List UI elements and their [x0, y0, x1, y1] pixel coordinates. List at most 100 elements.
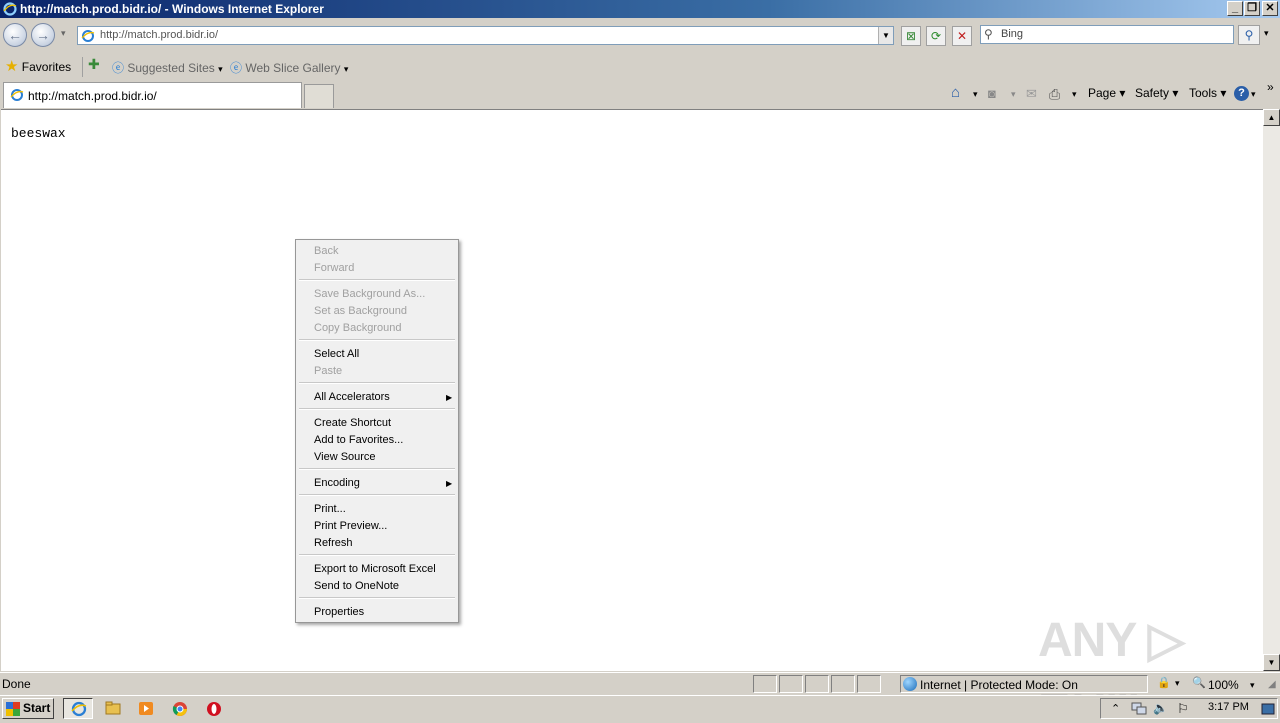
page-content-area[interactable] — [1, 109, 1263, 671]
status-pane — [831, 675, 855, 693]
taskbar-opera[interactable] — [199, 698, 229, 719]
start-button[interactable]: Start — [2, 698, 54, 719]
taskbar-chrome[interactable] — [165, 698, 195, 719]
add-to-favorites-bar-icon[interactable]: ✚ — [88, 56, 100, 73]
forward-button[interactable]: → — [31, 23, 55, 47]
page-menu[interactable]: Page ▾ — [1088, 86, 1125, 100]
search-icon: ⚲ — [984, 27, 993, 41]
back-button[interactable]: ← — [3, 23, 27, 47]
menu-item-forward[interactable]: Forward — [314, 262, 354, 274]
taskbar: Start ⌃ 🔈 ⚐ 3:17 PM — [0, 695, 1280, 720]
action-center-flag-icon[interactable]: ⚐ — [1177, 701, 1189, 717]
menu-separator — [299, 494, 455, 496]
security-zone-pane[interactable]: Internet | Protected Mode: On — [900, 675, 1148, 693]
address-toolbar: ← → ▾ http://match.prod.bidr.io/ ▼ ⊠ ⟳ ✕… — [0, 19, 1280, 51]
page-body-text: beeswax — [11, 126, 66, 141]
tab-current[interactable]: http://match.prod.bidr.io/ — [3, 82, 302, 108]
menu-item-add-to-favorites[interactable]: Add to Favorites... — [314, 434, 403, 446]
favorites-star-icon: ★ — [5, 58, 19, 75]
window-title-bar[interactable]: http://match.prod.bidr.io/ - Windows Int… — [0, 0, 1280, 18]
protected-mode-icon[interactable]: 🔒 — [1157, 676, 1171, 689]
menu-item-print[interactable]: Print... — [314, 503, 346, 515]
menu-item-copy-background[interactable]: Copy Background — [314, 322, 401, 334]
taskbar-clock[interactable]: 3:17 PM — [1208, 701, 1249, 713]
new-tab-button[interactable] — [304, 84, 334, 108]
show-hidden-icons-chevron[interactable]: ⌃ — [1111, 702, 1120, 715]
web-slice-gallery-label: Web Slice Gallery — [245, 61, 341, 75]
mail-icon[interactable]: ✉ — [1026, 86, 1037, 102]
feeds-icon[interactable]: ◙ — [988, 86, 996, 101]
menu-item-select-all[interactable]: Select All — [314, 348, 359, 360]
status-pane — [857, 675, 881, 693]
refresh-button[interactable]: ⟳ — [926, 26, 946, 46]
status-pane — [779, 675, 803, 693]
safety-menu[interactable]: Safety ▾ — [1135, 86, 1178, 100]
menu-item-all-accelerators[interactable]: All Accelerators — [314, 391, 390, 403]
windows-logo-icon — [6, 702, 20, 716]
status-bar: Done Internet | Protected Mode: On 🔒 ▾ 🔍… — [0, 672, 1280, 694]
menu-separator — [299, 468, 455, 470]
system-tray: ⌃ 🔈 ⚐ — [1100, 698, 1278, 719]
more-commands-chevron-icon[interactable]: » — [1267, 80, 1274, 94]
status-pane — [805, 675, 829, 693]
search-options-dropdown[interactable]: ▾ — [1264, 28, 1269, 39]
zone-text: Internet | Protected Mode: On — [920, 678, 1078, 692]
folder-icon — [105, 701, 121, 715]
zoom-dropdown-icon: ▾ — [1250, 680, 1255, 690]
compatibility-view-button[interactable]: ⊠ — [901, 26, 921, 46]
address-dropdown-button[interactable]: ▼ — [878, 27, 893, 44]
volume-icon[interactable]: 🔈 — [1153, 701, 1168, 715]
menu-item-create-shortcut[interactable]: Create Shortcut — [314, 417, 391, 429]
taskbar-explorer[interactable] — [98, 698, 128, 719]
search-go-button[interactable]: ⚲ — [1238, 25, 1260, 45]
resize-grip-icon[interactable]: ◢ — [1268, 679, 1276, 690]
favorites-button[interactable]: ★ Favorites — [5, 57, 71, 75]
help-icon[interactable]: ? — [1234, 86, 1249, 101]
menu-item-set-as-background[interactable]: Set as Background — [314, 305, 407, 317]
menu-item-properties[interactable]: Properties — [314, 606, 364, 618]
feeds-dropdown-icon[interactable]: ▾ — [1011, 89, 1016, 100]
menu-item-paste[interactable]: Paste — [314, 365, 342, 377]
menu-separator — [299, 382, 455, 384]
tab-label: http://match.prod.bidr.io/ — [28, 89, 157, 103]
suggested-sites-link[interactable]: ⓔ Suggested Sites ▾ — [112, 59, 223, 76]
menu-separator — [299, 597, 455, 599]
address-input[interactable]: http://match.prod.bidr.io/ ▼ — [77, 26, 894, 45]
recent-pages-dropdown[interactable]: ▾ — [61, 28, 66, 39]
suggested-sites-label: Suggested Sites — [127, 61, 215, 75]
stop-button[interactable]: ✕ — [952, 26, 972, 46]
taskbar-internet-explorer[interactable] — [63, 698, 93, 719]
context-menu: Back Forward Save Background As... Set a… — [295, 239, 459, 623]
window-title: http://match.prod.bidr.io/ - Windows Int… — [20, 2, 324, 16]
scroll-up-button[interactable]: ▲ — [1263, 109, 1280, 126]
print-icon[interactable]: ⎙ — [1049, 86, 1060, 103]
tools-menu[interactable]: Tools ▾ — [1189, 86, 1226, 100]
vertical-scrollbar[interactable]: ▲ ▼ — [1263, 109, 1280, 671]
menu-item-export-to-excel[interactable]: Export to Microsoft Excel — [314, 563, 436, 575]
menu-item-refresh[interactable]: Refresh — [314, 537, 353, 549]
menu-item-print-preview[interactable]: Print Preview... — [314, 520, 387, 532]
home-dropdown-icon[interactable]: ▾ — [973, 89, 978, 100]
menu-item-encoding[interactable]: Encoding — [314, 477, 360, 489]
home-icon[interactable]: ⌂ — [951, 84, 960, 101]
close-window-button[interactable]: ✕ — [1262, 1, 1278, 16]
search-input[interactable]: ⚲ Bing — [980, 25, 1234, 44]
restore-button[interactable]: ❐ — [1244, 1, 1260, 16]
network-icon[interactable] — [1131, 702, 1147, 716]
show-desktop-icon[interactable] — [1261, 703, 1275, 715]
submenu-arrow-icon: ▶ — [446, 479, 453, 488]
print-dropdown-icon[interactable]: ▾ — [1072, 89, 1077, 100]
menu-item-back[interactable]: Back — [314, 245, 338, 257]
menu-item-send-to-onenote[interactable]: Send to OneNote — [314, 580, 399, 592]
media-player-icon — [139, 702, 153, 715]
protected-mode-dropdown-icon[interactable]: ▾ — [1175, 678, 1180, 689]
suggested-sites-arrow-icon: ▾ — [218, 64, 223, 74]
chrome-icon — [172, 702, 187, 716]
menu-item-view-source[interactable]: View Source — [314, 451, 376, 463]
taskbar-media-player[interactable] — [131, 698, 161, 719]
web-slice-gallery-link[interactable]: ⓔ Web Slice Gallery ▾ — [230, 59, 348, 76]
zoom-level-button[interactable]: 🔍 100% ▾ — [1190, 675, 1264, 693]
help-dropdown-icon[interactable]: ▾ — [1251, 89, 1256, 100]
minimize-button[interactable]: _ — [1227, 1, 1243, 16]
menu-item-save-background[interactable]: Save Background As... — [314, 288, 425, 300]
